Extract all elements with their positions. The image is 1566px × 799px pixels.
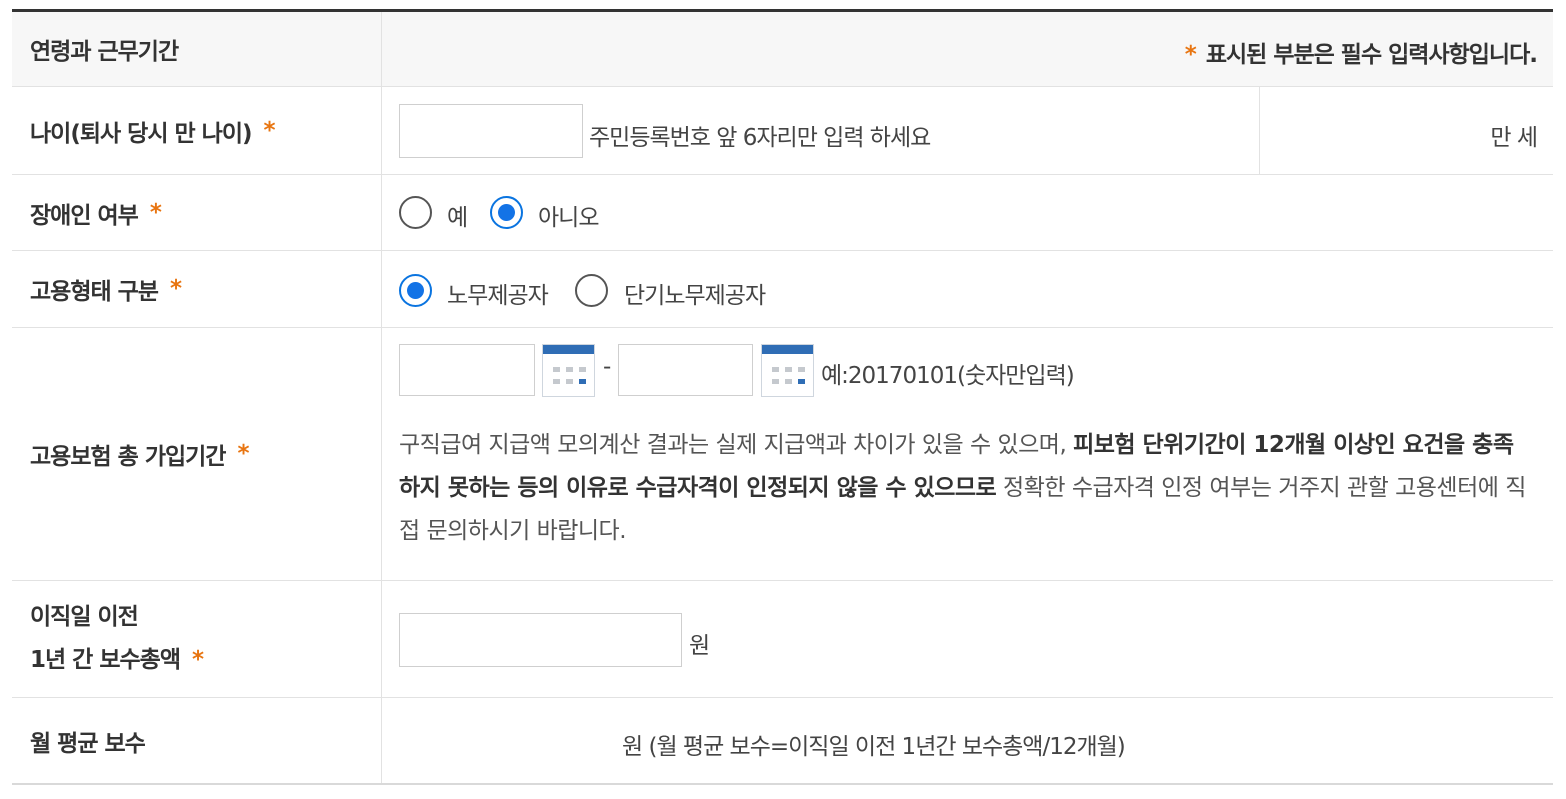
employment-laborer-radio[interactable] <box>399 274 432 307</box>
age-result-cell: 만 세 <box>1259 87 1553 174</box>
total-pay-unit: 원 <box>689 633 710 659</box>
required-star: * <box>191 647 204 673</box>
employment-type-cell: 노무제공자 단기노무제공자 <box>382 251 1553 327</box>
total-pay-row: 이직일 이전 1년 간 보수총액 * 원 <box>12 581 1553 698</box>
age-row: 나이(퇴사 당시 만 나이) * 주민등록번호 앞 6자리만 입력 하세요 만 세 <box>12 87 1553 175</box>
severance-calculator-form: 연령과 근무기간 * 표시된 부분은 필수 입력사항입니다. 나이(퇴사 당시 만… <box>12 9 1553 785</box>
eligibility-notice: 구직급여 지급액 모의계산 결과는 실제 지급액과 차이가 있을 수 있으며, … <box>399 432 1526 544</box>
disabled-no-radio[interactable] <box>490 196 523 229</box>
total-pay-cell: 원 <box>382 581 1553 697</box>
employment-type-label: 고용형태 구분 * <box>12 251 382 327</box>
disabled-label: 장애인 여부 * <box>12 175 382 250</box>
insurance-end-date-input[interactable] <box>618 344 753 396</box>
required-star: * <box>149 199 162 226</box>
age-result: 만 세 <box>1490 125 1538 151</box>
header-row: 연령과 근무기간 * 표시된 부분은 필수 입력사항입니다. <box>12 12 1553 87</box>
monthly-average-cell: 원 (월 평균 보수=이직일 이전 1년간 보수총액/12개월) <box>382 698 1553 783</box>
employment-shortterm-label[interactable]: 단기노무제공자 <box>624 276 766 310</box>
required-star: * <box>237 441 249 467</box>
age-cell: 주민등록번호 앞 6자리만 입력 하세요 만 세 <box>382 87 1553 174</box>
disabled-yes-radio[interactable] <box>399 196 432 229</box>
section-title: 연령과 근무기간 <box>12 12 382 86</box>
insurance-period-cell: - 예:20170101(숫자만입력) 구직급여 지급액 모의계산 결과는 실제… <box>382 328 1553 580</box>
age-hint: 주민등록번호 앞 6자리만 입력 하세요 <box>589 125 931 151</box>
total-pay-input[interactable] <box>399 613 682 667</box>
required-note-cell: * 표시된 부분은 필수 입력사항입니다. <box>382 12 1553 86</box>
disabled-row: 장애인 여부 * 예 아니오 <box>12 175 1553 251</box>
required-star: * <box>169 276 182 302</box>
monthly-average-row: 월 평균 보수 원 (월 평균 보수=이직일 이전 1년간 보수총액/12개월) <box>12 698 1553 785</box>
monthly-average-text: 원 (월 평균 보수=이직일 이전 1년간 보수총액/12개월) <box>622 734 1126 760</box>
required-note: * 표시된 부분은 필수 입력사항입니다. <box>1184 42 1538 68</box>
employment-laborer-label[interactable]: 노무제공자 <box>447 276 549 310</box>
calendar-icon[interactable] <box>542 344 595 397</box>
required-star: * <box>263 117 276 144</box>
age-input[interactable] <box>399 104 583 158</box>
insurance-period-row: 고용보험 총 가입기간 * - 예:20170101(숫자만입력) 구직급여 지급… <box>12 328 1553 581</box>
date-format-hint: 예:20170101(숫자만입력) <box>821 363 1075 389</box>
calendar-icon[interactable] <box>761 344 814 397</box>
disabled-no-label[interactable]: 아니오 <box>538 198 599 232</box>
monthly-average-label: 월 평균 보수 <box>12 698 382 783</box>
date-range-separator: - <box>603 354 611 380</box>
insurance-period-label: 고용보험 총 가입기간 * <box>12 328 382 580</box>
insurance-start-date-input[interactable] <box>399 344 535 396</box>
total-pay-label: 이직일 이전 1년 간 보수총액 * <box>12 581 382 697</box>
disabled-yes-label[interactable]: 예 <box>447 198 468 232</box>
disabled-cell: 예 아니오 <box>382 175 1553 250</box>
employment-type-row: 고용형태 구분 * 노무제공자 단기노무제공자 <box>12 251 1553 328</box>
employment-shortterm-radio[interactable] <box>575 274 608 307</box>
age-label: 나이(퇴사 당시 만 나이) * <box>12 87 382 174</box>
section-title-text: 연령과 근무기간 <box>30 39 179 65</box>
